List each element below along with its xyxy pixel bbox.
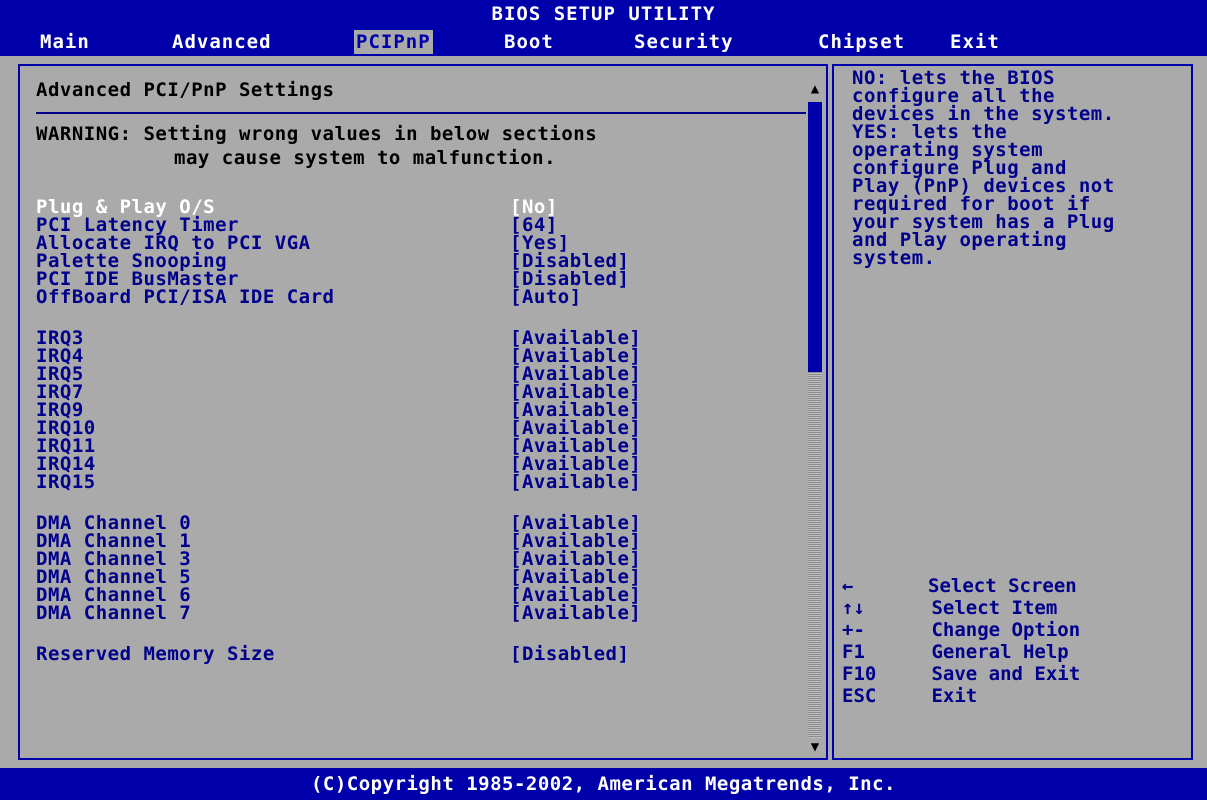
tab-advanced[interactable]: Advanced	[172, 30, 272, 54]
key-esc: ESC	[842, 685, 877, 707]
key-desc-save-exit: Save and Exit	[920, 663, 1081, 685]
section-title: Advanced PCI/PnP Settings	[36, 79, 335, 101]
section-divider	[36, 112, 806, 114]
tab-boot[interactable]: Boot	[504, 30, 554, 54]
tab-pcipnp[interactable]: PCIPnP	[354, 30, 433, 54]
copyright-footer: (C)Copyright 1985-2002, American Megatre…	[0, 768, 1207, 800]
key-desc-general-help: General Help	[920, 641, 1069, 663]
left-right-arrow-icon: ←	[842, 575, 854, 597]
key-desc-change-option: Change Option	[920, 619, 1081, 641]
reserved-memory-size-value[interactable]: [Disabled]	[510, 642, 629, 666]
utility-title: BIOS SETUP UTILITY	[491, 3, 716, 25]
settings-scrollbar[interactable]: ▲ ▼	[806, 78, 824, 760]
warning-line-2: may cause system to malfunction.	[174, 147, 557, 169]
tab-main[interactable]: Main	[40, 30, 90, 54]
irq15-value[interactable]: [Available]	[510, 470, 641, 494]
tab-exit[interactable]: Exit	[950, 30, 1000, 54]
key-desc-select-screen: Select Screen	[928, 575, 1077, 597]
scroll-up-arrow-icon[interactable]: ▲	[808, 82, 822, 96]
tab-chipset[interactable]: Chipset	[818, 30, 905, 54]
scrollbar-thumb[interactable]	[808, 102, 822, 372]
top-bar: BIOS SETUP UTILITY Main Advanced PCIPnP …	[0, 0, 1207, 56]
key-desc-exit: Exit	[920, 685, 978, 707]
key-f10: F10	[842, 663, 877, 685]
tab-security[interactable]: Security	[634, 30, 734, 54]
dma-channel-7-value[interactable]: [Available]	[510, 601, 641, 625]
up-down-arrow-icon: ↑↓	[842, 597, 865, 619]
irq15-label[interactable]: IRQ15	[36, 470, 96, 494]
warning-line-1: WARNING: Setting wrong values in below s…	[36, 123, 598, 145]
key-plus-minus: +-	[842, 619, 865, 641]
dma-channel-7-label[interactable]: DMA Channel 7	[36, 601, 191, 625]
reserved-memory-size-label[interactable]: Reserved Memory Size	[36, 642, 275, 666]
setting-offboard-ide-card-value[interactable]: [Auto]	[510, 285, 582, 309]
scroll-down-arrow-icon[interactable]: ▼	[808, 740, 822, 754]
setting-offboard-ide-card-label[interactable]: OffBoard PCI/ISA IDE Card	[36, 285, 334, 309]
key-desc-select-item: Select Item	[920, 597, 1058, 619]
help-line-11: system.	[852, 247, 936, 269]
key-f1: F1	[842, 641, 865, 663]
